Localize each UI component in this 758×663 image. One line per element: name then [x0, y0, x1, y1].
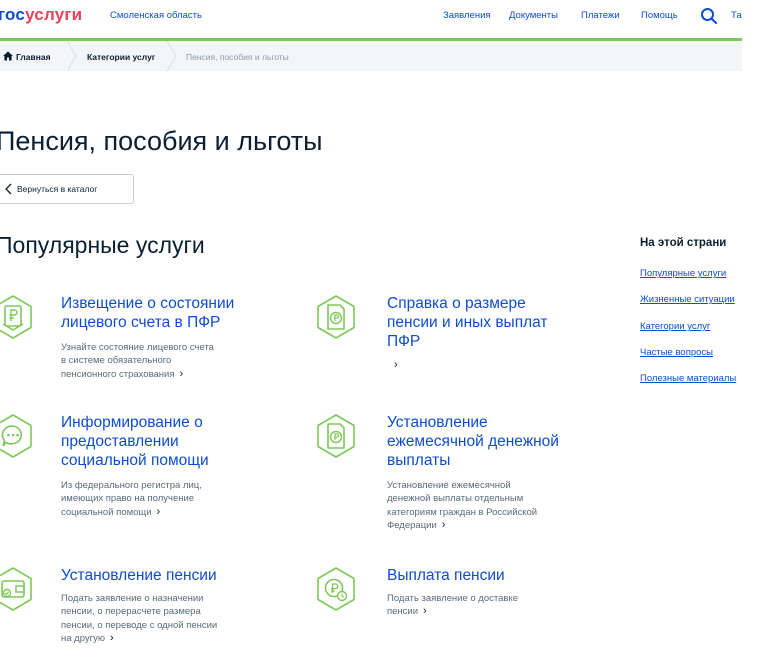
breadcrumb-separator [66, 41, 77, 71]
breadcrumb-current: Пенсия, пособия и льготы [186, 52, 289, 62]
service-desc-line: Подать заявление о назначении [61, 593, 204, 604]
document-ruble-icon [317, 295, 355, 339]
service-desc-text: на другую [61, 633, 105, 645]
service-title-line: ежемесячной денежной [387, 433, 559, 450]
service-title-line: Выплата пенсии [387, 567, 505, 584]
service-desc-line: пенсии, о перерасчете размера [61, 606, 201, 618]
chevron-right-icon[interactable]: › [110, 632, 114, 645]
service-desc-line: денежной выплаты отдельным [387, 493, 524, 505]
service-desc-line: Установление ежемесячной [387, 480, 511, 491]
service-desc-line: пенсионного страхования › [61, 368, 261, 381]
service-desc-text: Федерации [387, 520, 437, 532]
chevron-right-icon[interactable]: › [423, 605, 427, 618]
service-description: Установление ежемесячной денежной выплат… [387, 479, 587, 533]
back-button-label: Вернуться в каталог [17, 184, 98, 194]
home-icon [3, 51, 13, 61]
service-desc-line: Федерации › [387, 519, 587, 532]
service-title-line: лицевого счета в ПФР [61, 314, 221, 331]
gosuslugi-logo[interactable]: госуслуги [0, 5, 82, 25]
service-desc-line: в системе обязательного [61, 355, 172, 367]
breadcrumb-home[interactable]: Главная [16, 52, 51, 62]
service-title-pension-certificate[interactable]: Справка о размере пенсии и иных выплат П… [387, 294, 587, 351]
document-ruble-icon [317, 414, 355, 458]
service-desc-text: пенсии [387, 606, 419, 618]
service-title-line: Установление пенсии [61, 567, 217, 584]
chevron-right-icon[interactable]: › [394, 359, 398, 371]
nav-applications[interactable]: Заявления [443, 10, 491, 21]
toc-link-life-situations[interactable]: Жизненные ситуации [640, 294, 735, 305]
service-title-social-assistance-info[interactable]: Информирование о предоставлении социальн… [61, 413, 271, 470]
chevron-right-icon[interactable]: › [157, 506, 161, 519]
breadcrumb: Главная Категории услуг Пенсия, пособия … [0, 41, 742, 71]
service-title-line: социальной помощи [61, 452, 209, 469]
service-desc-line: Из федерального регистра лиц, [61, 480, 202, 491]
service-desc-line: пенсии › [387, 605, 587, 618]
service-title-line: выплаты [387, 452, 451, 469]
nav-help[interactable]: Помощь [641, 10, 678, 21]
service-desc-text: социальной помощи [61, 506, 152, 518]
service-desc-line: на другую › [61, 632, 271, 645]
breadcrumb-separator [166, 41, 177, 71]
service-description: Подать заявление о назначении пенсии, о … [61, 592, 271, 646]
service-description: Из федерального регистра лиц, имеющих пр… [61, 479, 261, 519]
service-desc-line: пенсии, о переводе с одной пенсии [61, 619, 218, 631]
wallet-check-icon [0, 567, 32, 611]
service-title-line: предоставлении [61, 433, 179, 450]
nav-payments[interactable]: Платежи [581, 10, 620, 21]
toc-link-popular-services[interactable]: Популярные услуги [640, 268, 726, 279]
chat-bubble-icon [0, 414, 32, 458]
service-title-line: Справка о размере [387, 295, 526, 312]
service-title-line: Информирование о [61, 414, 203, 431]
service-desc-line: социальной помощи › [61, 506, 261, 519]
service-desc-text: пенсионного страхования [61, 368, 175, 380]
service-title-pension-establishment[interactable]: Установление пенсии [61, 566, 281, 585]
on-this-page-title: На этой страни [640, 237, 727, 249]
service-title-line: пенсии и иных выплат [387, 314, 548, 331]
service-desc-line: имеющих право на получение [61, 493, 195, 505]
service-title-line: ПФР [387, 333, 421, 350]
logo-part-gos: гос [0, 5, 26, 24]
service-description: Подать заявление о доставке пенсии › [387, 592, 587, 619]
page-title: Пенсия, пособия и льготы [0, 126, 323, 156]
ruble-clock-icon [317, 567, 355, 611]
service-title-pension-payment[interactable]: Выплата пенсии [387, 566, 587, 585]
service-title-monthly-payment[interactable]: Установление ежемесячной денежной выплат… [387, 413, 607, 470]
breadcrumb-categories[interactable]: Категории услуг [87, 52, 155, 62]
nav-documents[interactable]: Документы [509, 10, 558, 21]
service-desc-line: Узнайте состояние лицевого счета [61, 342, 214, 353]
nav-cut-item[interactable]: Та [731, 10, 742, 21]
top-header: госуслуги Смоленская область Заявления Д… [0, 0, 758, 38]
service-title-line: Установление [387, 414, 488, 431]
service-title-line: Извещение о состоянии [61, 295, 235, 312]
toc-link-faq[interactable]: Частые вопросы [640, 347, 713, 358]
logo-part-uslugi: услуги [25, 5, 83, 24]
chevron-left-icon [5, 183, 12, 195]
chevron-right-icon[interactable]: › [442, 519, 446, 532]
popular-services-heading: Популярные услуги [0, 232, 205, 258]
service-title-pfr-account-notice[interactable]: Извещение о состоянии лицевого счета в П… [61, 294, 271, 332]
service-description: Узнайте состояние лицевого счета в систе… [61, 341, 261, 381]
service-desc-line: категориям граждан в Российской [387, 506, 538, 518]
back-to-catalog-button[interactable]: Вернуться в каталог [0, 174, 134, 204]
region-selector[interactable]: Смоленская область [110, 10, 202, 21]
chevron-right-icon[interactable]: › [180, 368, 184, 381]
toc-link-service-categories[interactable]: Категории услуг [640, 321, 710, 332]
service-desc-line: Подать заявление о доставке [387, 593, 518, 604]
toc-link-useful-materials[interactable]: Полезные материалы [640, 373, 736, 384]
search-icon[interactable] [700, 7, 718, 25]
document-ruble-icon [0, 295, 32, 339]
